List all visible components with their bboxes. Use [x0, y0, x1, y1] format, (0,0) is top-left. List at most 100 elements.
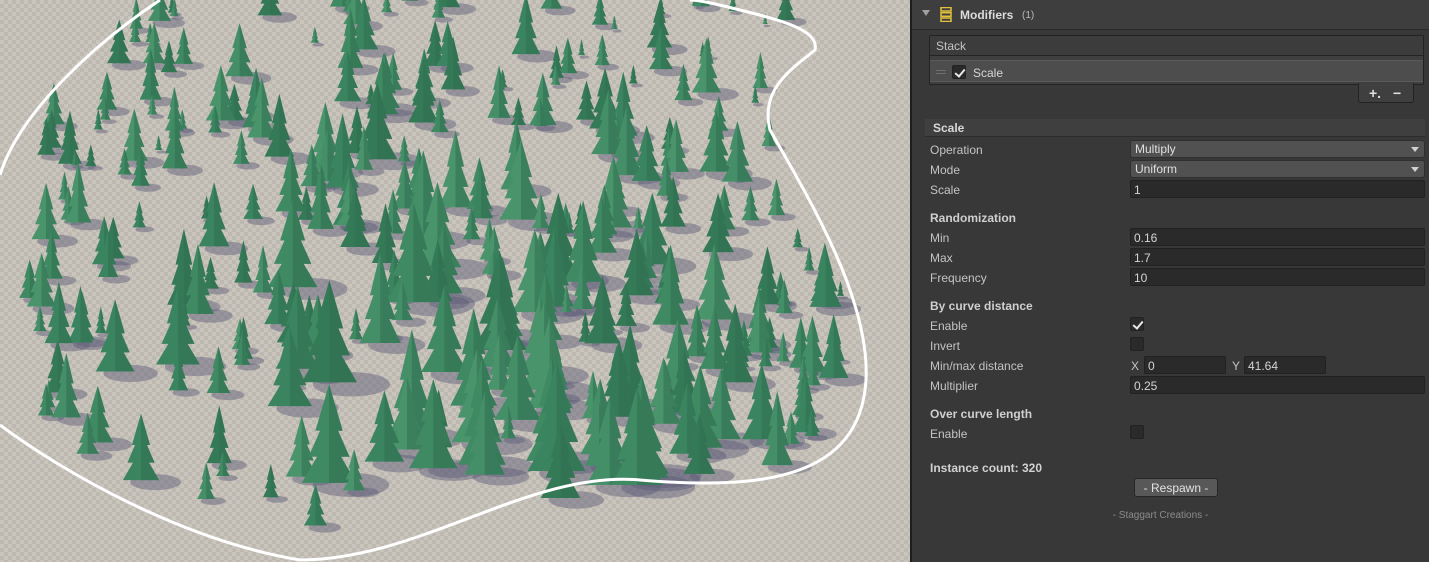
- chevron-down-icon: [1411, 167, 1419, 172]
- curve-length-title: Over curve length: [930, 407, 1033, 421]
- stack-list-header: Stack: [930, 36, 1423, 56]
- max-field[interactable]: 1.7: [1130, 248, 1425, 266]
- stack-header-label: Stack: [936, 39, 967, 53]
- multiplier-field[interactable]: 0.25: [1130, 376, 1425, 394]
- list-item-label: Scale: [973, 66, 1004, 80]
- pine-tree: [792, 227, 804, 248]
- chevron-down-icon: [1411, 147, 1419, 152]
- min-distance-field[interactable]: 0: [1144, 356, 1226, 374]
- curve-distance-enable-checkbox[interactable]: [1130, 317, 1144, 331]
- pine-tree: [206, 405, 232, 464]
- scene-view[interactable]: [0, 0, 910, 562]
- inspector-panel: Modifiers (1) Stack Scale +. − Scale Ope…: [912, 0, 1429, 562]
- foldout-arrow-icon[interactable]: [922, 10, 930, 16]
- mode-label: Mode: [930, 163, 961, 177]
- randomization-title: Randomization: [930, 211, 1016, 225]
- invert-checkbox[interactable]: [1130, 337, 1144, 351]
- tree-shadow: [156, 150, 167, 154]
- pine-tree: [691, 38, 722, 93]
- scale-section-title: Scale: [933, 121, 965, 135]
- component-count: (1): [1022, 10, 1035, 21]
- min-label: Min: [930, 231, 950, 245]
- pine-tree: [487, 65, 511, 118]
- pine-tree: [836, 280, 844, 296]
- pine-tree: [741, 186, 760, 221]
- pine-tree: [147, 0, 172, 21]
- instance-count: Instance count: 320: [930, 461, 1043, 475]
- pine-tree: [438, 130, 473, 208]
- remove-item-button[interactable]: −: [1393, 85, 1401, 101]
- pine-tree: [629, 64, 638, 84]
- tree-shadow: [87, 165, 103, 171]
- drag-handle-icon[interactable]: [936, 70, 946, 74]
- tree-shadow: [404, 0, 429, 7]
- scale-field[interactable]: 1: [1130, 180, 1425, 198]
- item-enabled-checkbox[interactable]: [952, 65, 966, 79]
- credit-text: - Staggart Creations -: [1112, 510, 1209, 521]
- tree-shadow: [579, 55, 590, 59]
- pine-tree: [154, 135, 163, 150]
- tree-shadow: [752, 103, 764, 107]
- modifiers-icon: [940, 7, 952, 22]
- pine-tree: [401, 0, 419, 1]
- operation-label: Operation: [930, 143, 983, 157]
- mode-dropdown[interactable]: Uniform: [1130, 160, 1425, 178]
- pine-tree: [591, 0, 609, 25]
- pine-tree: [349, 308, 363, 340]
- pine-tree: [174, 27, 194, 64]
- list-footer: +. −: [1358, 83, 1414, 103]
- min-field[interactable]: 0.16: [1130, 228, 1425, 246]
- tree-shadow: [612, 29, 622, 33]
- pine-tree: [262, 464, 279, 498]
- scale-label: Scale: [930, 183, 961, 197]
- multiplier-label: Multiplier: [930, 379, 979, 393]
- tree-shadow: [102, 119, 117, 124]
- tree-shadow: [312, 42, 325, 47]
- tree-shadow: [763, 24, 771, 28]
- pine-tree: [198, 181, 230, 247]
- curve-distance-enable-label: Enable: [930, 319, 968, 333]
- tree-shadow: [794, 246, 810, 252]
- frequency-field[interactable]: 10: [1130, 268, 1425, 286]
- component-title: Modifiers: [960, 8, 1014, 22]
- operation-value: Multiply: [1135, 142, 1176, 156]
- mode-value: Uniform: [1135, 162, 1178, 176]
- tree-shadow: [131, 41, 149, 47]
- respawn-button[interactable]: - Respawn -: [1134, 478, 1218, 497]
- x-axis-label: X: [1131, 359, 1140, 373]
- list-item[interactable]: Scale: [930, 60, 1423, 82]
- scale-section-header: Scale: [925, 119, 1425, 137]
- y-axis-label: Y: [1232, 359, 1241, 373]
- operation-dropdown[interactable]: Multiply: [1130, 140, 1425, 158]
- add-item-button[interactable]: +.: [1369, 85, 1381, 101]
- curve-length-enable-checkbox[interactable]: [1130, 425, 1144, 439]
- pine-tree: [752, 52, 769, 88]
- pine-tree: [197, 462, 216, 499]
- tree-shadow: [552, 84, 567, 89]
- pine-tree: [540, 0, 563, 9]
- curve-distance-title: By curve distance: [930, 299, 1033, 313]
- max-label: Max: [930, 251, 953, 265]
- pine-tree: [31, 182, 61, 240]
- pine-tree: [578, 39, 585, 56]
- stack-list: Stack Scale: [929, 35, 1424, 85]
- curve-length-enable-label: Enable: [930, 427, 968, 441]
- pine-tree: [243, 183, 263, 219]
- pine-tree: [132, 201, 146, 228]
- tree-shadow: [148, 114, 165, 119]
- pine-tree: [232, 130, 250, 164]
- pine-tree: [776, 0, 796, 21]
- frequency-label: Frequency: [930, 271, 987, 285]
- component-header[interactable]: Modifiers (1): [912, 0, 1429, 30]
- pine-tree: [310, 26, 320, 43]
- tree-shadow: [95, 129, 109, 134]
- pine-tree: [95, 306, 107, 334]
- pine-tree: [257, 0, 283, 16]
- pine-tree: [576, 80, 597, 120]
- max-distance-field[interactable]: 41.64: [1244, 356, 1326, 374]
- tree-shadow: [383, 11, 399, 17]
- pine-tree: [594, 34, 610, 66]
- invert-label: Invert: [930, 339, 961, 353]
- pine-tree: [225, 23, 255, 77]
- scene-viewport[interactable]: [0, 0, 910, 562]
